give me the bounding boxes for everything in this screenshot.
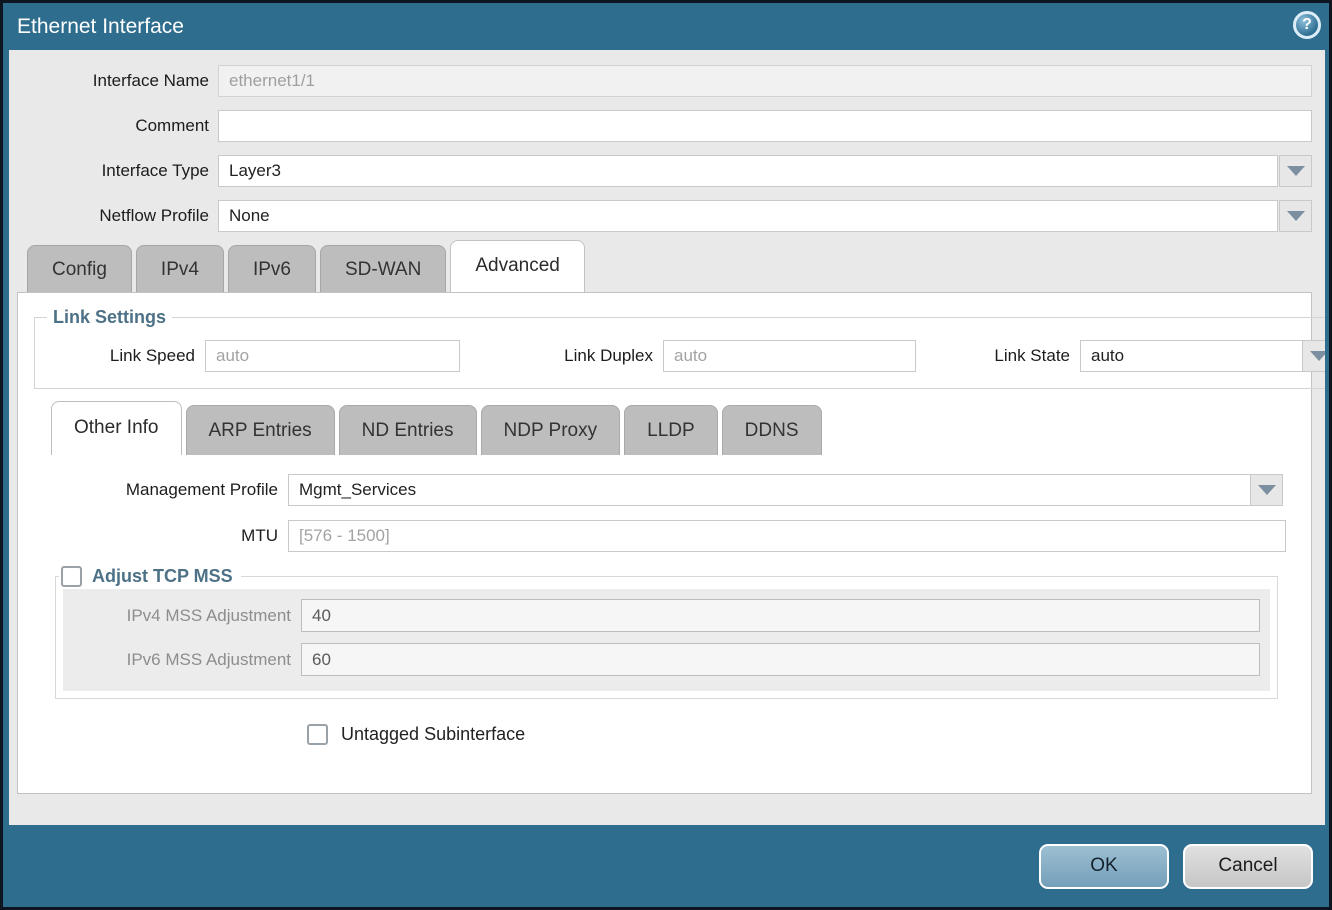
netflow-profile-row: Netflow Profile xyxy=(17,200,1312,232)
chevron-down-icon xyxy=(1287,166,1305,176)
ok-button[interactable]: OK xyxy=(1039,844,1169,889)
tab-ndp-proxy[interactable]: NDP Proxy xyxy=(481,405,621,455)
interface-type-combo xyxy=(218,155,1312,187)
management-profile-row: Management Profile Mgmt_Services xyxy=(18,474,1283,506)
ipv6-mss-label: IPv6 MSS Adjustment xyxy=(63,650,291,670)
tab-ddns[interactable]: DDNS xyxy=(722,405,822,455)
link-speed-field[interactable] xyxy=(205,340,460,372)
tab-sdwan[interactable]: SD-WAN xyxy=(320,245,446,292)
cancel-button[interactable]: Cancel xyxy=(1183,844,1313,889)
dialog-title: Ethernet Interface xyxy=(17,15,184,39)
interface-type-dropdown-button[interactable] xyxy=(1279,155,1312,187)
advanced-inner-tabstrip: Other Info ARP Entries ND Entries NDP Pr… xyxy=(18,405,1311,455)
tab-lldp[interactable]: LLDP xyxy=(624,405,718,455)
mtu-field[interactable] xyxy=(288,520,1286,552)
interface-name-row: Interface Name xyxy=(17,65,1312,97)
interface-type-row: Interface Type xyxy=(17,155,1312,187)
adjust-tcp-mss-legend-text: Adjust TCP MSS xyxy=(92,566,233,587)
netflow-profile-dropdown-button[interactable] xyxy=(1279,200,1312,232)
interface-name-field xyxy=(218,65,1312,97)
mtu-row: MTU xyxy=(18,520,1286,552)
tab-ipv4[interactable]: IPv4 xyxy=(136,245,224,292)
chevron-down-icon xyxy=(1310,351,1326,361)
adjust-tcp-mss-fieldset: Adjust TCP MSS IPv4 MSS Adjustment IPv6 … xyxy=(55,566,1278,699)
netflow-profile-label: Netflow Profile xyxy=(17,206,209,226)
interface-type-field[interactable] xyxy=(218,155,1278,187)
tab-config[interactable]: Config xyxy=(27,245,132,292)
link-settings-fieldset: Link Settings Link Speed Link Duplex Lin… xyxy=(34,307,1325,389)
untagged-subinterface-checkbox[interactable] xyxy=(307,724,328,745)
interface-name-label: Interface Name xyxy=(17,71,209,91)
management-profile-value: Mgmt_Services xyxy=(289,475,1250,505)
link-speed-label: Link Speed xyxy=(35,346,195,366)
advanced-tab-panel: Link Settings Link Speed Link Duplex Lin… xyxy=(17,292,1312,794)
ipv4-mss-label: IPv4 MSS Adjustment xyxy=(63,606,291,626)
ipv6-mss-row: IPv6 MSS Adjustment xyxy=(63,643,1260,676)
link-state-label: Link State xyxy=(982,346,1070,366)
adjust-tcp-mss-checkbox[interactable] xyxy=(61,566,82,587)
main-tabstrip: Config IPv4 IPv6 SD-WAN Advanced xyxy=(17,245,1312,292)
untagged-subinterface-label: Untagged Subinterface xyxy=(341,724,525,745)
ipv4-mss-field[interactable] xyxy=(301,599,1260,632)
link-duplex-label: Link Duplex xyxy=(508,346,653,366)
link-duplex-field[interactable] xyxy=(663,340,916,372)
comment-field[interactable] xyxy=(218,110,1312,142)
dialog-body: Interface Name Comment Interface Type Ne… xyxy=(9,50,1325,825)
help-icon[interactable]: ? xyxy=(1293,11,1321,39)
chevron-down-icon xyxy=(1258,485,1276,495)
tab-ipv6[interactable]: IPv6 xyxy=(228,245,316,292)
link-state-value: auto xyxy=(1081,341,1302,371)
tab-other-info[interactable]: Other Info xyxy=(51,401,182,455)
adjust-tcp-mss-legend: Adjust TCP MSS xyxy=(59,566,241,587)
link-settings-legend: Link Settings xyxy=(47,307,172,328)
mss-disabled-area: IPv4 MSS Adjustment IPv6 MSS Adjustment xyxy=(63,589,1270,691)
link-state-dropdown[interactable]: auto xyxy=(1080,340,1325,372)
management-profile-dropdown-button[interactable] xyxy=(1250,475,1282,505)
netflow-profile-field[interactable] xyxy=(218,200,1278,232)
link-settings-row: Link Speed Link Duplex Link State auto xyxy=(35,340,1325,372)
tab-arp-entries[interactable]: ARP Entries xyxy=(186,405,335,455)
management-profile-dropdown[interactable]: Mgmt_Services xyxy=(288,474,1283,506)
ethernet-interface-dialog: Ethernet Interface ? Interface Name Comm… xyxy=(0,0,1332,910)
management-profile-label: Management Profile xyxy=(18,480,278,500)
mtu-label: MTU xyxy=(18,526,278,546)
tab-advanced[interactable]: Advanced xyxy=(450,240,585,292)
link-state-dropdown-button[interactable] xyxy=(1302,341,1325,371)
comment-label: Comment xyxy=(17,116,209,136)
dialog-footer: OK Cancel xyxy=(3,825,1329,907)
chevron-down-icon xyxy=(1287,211,1305,221)
comment-row: Comment xyxy=(17,110,1312,142)
interface-type-label: Interface Type xyxy=(17,161,209,181)
tab-nd-entries[interactable]: ND Entries xyxy=(339,405,477,455)
ipv6-mss-field[interactable] xyxy=(301,643,1260,676)
netflow-profile-combo xyxy=(218,200,1312,232)
untagged-subinterface-row: Untagged Subinterface xyxy=(307,724,1311,745)
dialog-titlebar: Ethernet Interface ? xyxy=(3,3,1329,50)
ipv4-mss-row: IPv4 MSS Adjustment xyxy=(63,599,1260,632)
